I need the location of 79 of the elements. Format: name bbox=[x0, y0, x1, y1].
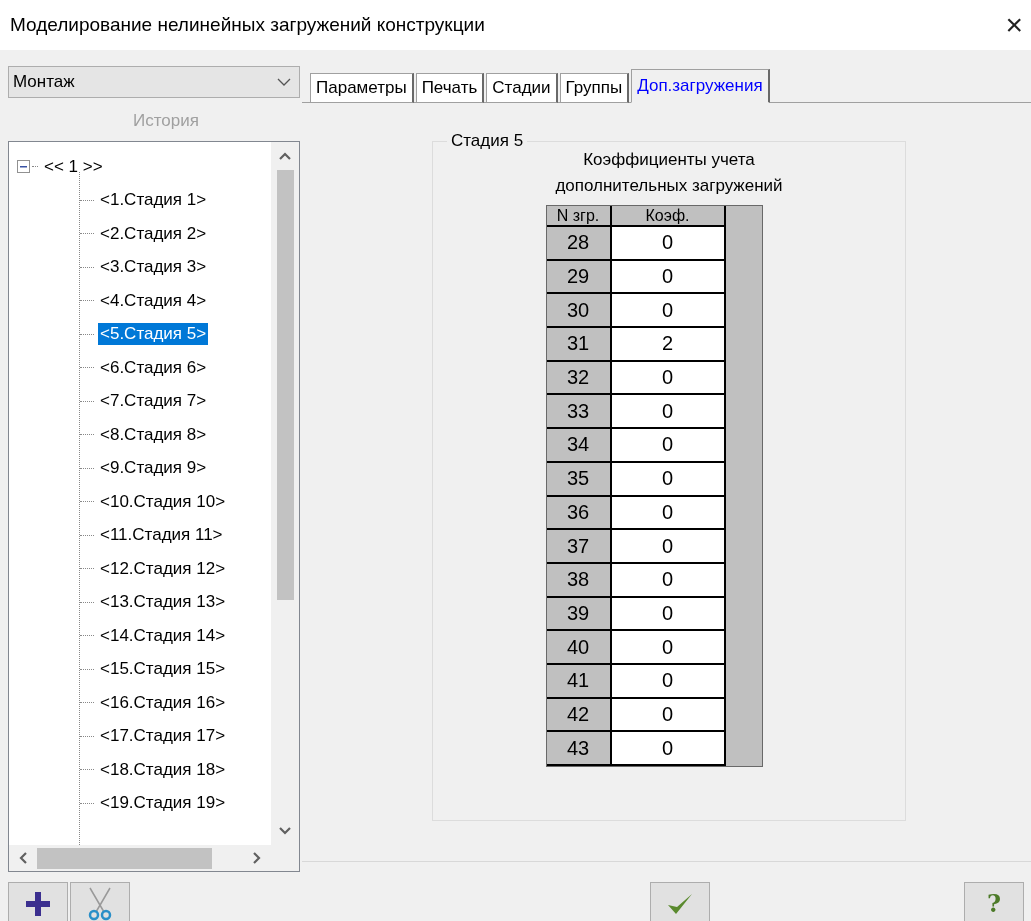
table-cell: 36 bbox=[546, 496, 612, 531]
tree-node[interactable]: <4.Стадия 4> bbox=[98, 289, 209, 312]
table-cell[interactable]: 0 bbox=[611, 530, 726, 564]
table-cell[interactable]: 0 bbox=[611, 732, 726, 766]
tree-node[interactable]: <5.Стадия 5> bbox=[98, 323, 209, 346]
table-cell: 38 bbox=[546, 563, 612, 598]
scroll-right-icon[interactable] bbox=[253, 852, 261, 864]
table-cell: 29 bbox=[546, 260, 612, 295]
table-cell: 28 bbox=[546, 227, 612, 261]
tree-node[interactable]: <12.Стадия 12> bbox=[98, 557, 228, 580]
window-title: Моделирование нелинейных загружений конструкции bbox=[10, 14, 485, 36]
table-cell: 31 bbox=[546, 328, 612, 362]
table-cell: 37 bbox=[546, 530, 612, 564]
table-cell[interactable]: 0 bbox=[611, 664, 726, 699]
scroll-down-icon[interactable] bbox=[279, 827, 291, 835]
plus-icon bbox=[25, 891, 51, 917]
tree-node[interactable]: <6.Стадия 6> bbox=[98, 356, 209, 379]
group-title: Стадия 5 bbox=[450, 131, 525, 151]
checkmark-icon bbox=[666, 892, 694, 916]
scroll-up-icon[interactable] bbox=[279, 152, 291, 160]
help-button[interactable]: ? bbox=[964, 882, 1024, 921]
table-cell[interactable]: 0 bbox=[611, 496, 726, 531]
add-button[interactable] bbox=[8, 882, 68, 921]
table-cell[interactable]: 0 bbox=[611, 294, 726, 329]
tree-node[interactable]: <1.Стадия 1> bbox=[98, 189, 209, 212]
table-cell[interactable]: 2 bbox=[611, 328, 726, 362]
table-cell: 33 bbox=[546, 395, 612, 430]
tree-node[interactable]: <11.Стадия 11> bbox=[98, 524, 225, 547]
column-header: N згр. bbox=[546, 206, 612, 227]
tree-node[interactable]: <13.Стадия 13> bbox=[98, 591, 228, 614]
ok-button[interactable] bbox=[650, 882, 710, 921]
table-cell: 32 bbox=[546, 361, 612, 396]
table-cell[interactable]: 0 bbox=[611, 698, 726, 733]
collapse-icon[interactable] bbox=[17, 160, 30, 174]
tree-node[interactable]: <3.Стадия 3> bbox=[98, 256, 209, 279]
tree-node[interactable]: <9.Стадия 9> bbox=[98, 457, 209, 480]
mode-dropdown[interactable]: Монтаж bbox=[8, 66, 300, 98]
table-cell[interactable]: 0 bbox=[611, 260, 726, 295]
tree-node[interactable]: <17.Стадия 17> bbox=[98, 725, 228, 748]
chevron-down-icon bbox=[277, 78, 291, 86]
scroll-left-icon[interactable] bbox=[19, 852, 27, 864]
tab[interactable]: Доп.загружения bbox=[631, 69, 770, 103]
history-label: История bbox=[132, 110, 200, 132]
table-cell[interactable]: 0 bbox=[611, 563, 726, 598]
tab[interactable]: Группы bbox=[559, 73, 630, 103]
table-cell[interactable]: 0 bbox=[611, 597, 726, 632]
horizontal-scrollbar[interactable] bbox=[9, 845, 299, 871]
tree-node[interactable]: <14.Стадия 14> bbox=[98, 624, 228, 647]
tab[interactable]: Печать bbox=[415, 73, 485, 103]
tree-node[interactable]: <8.Стадия 8> bbox=[98, 423, 209, 446]
tab[interactable]: Стадии bbox=[486, 73, 558, 103]
tree-node[interactable]: <2.Стадия 2> bbox=[98, 222, 209, 245]
tree-node[interactable]: << 1 >> bbox=[42, 155, 105, 178]
tree-node[interactable]: <10.Стадия 10> bbox=[98, 490, 228, 513]
tree-node[interactable]: <15.Стадия 15> bbox=[98, 658, 228, 681]
vertical-scrollbar[interactable] bbox=[271, 142, 299, 845]
tree-node[interactable]: <16.Стадия 16> bbox=[98, 691, 228, 714]
tree-node[interactable]: <19.Стадия 19> bbox=[98, 792, 228, 815]
tab[interactable]: Параметры bbox=[310, 73, 414, 103]
table-cell: 39 bbox=[546, 597, 612, 632]
table-cell: 42 bbox=[546, 698, 612, 733]
tree-node[interactable]: <18.Стадия 18> bbox=[98, 758, 228, 781]
table-cell: 35 bbox=[546, 462, 612, 497]
table-cell: 41 bbox=[546, 664, 612, 699]
tree-node[interactable]: <7.Стадия 7> bbox=[98, 390, 209, 413]
table-cell: 40 bbox=[546, 631, 612, 665]
table-cell[interactable]: 0 bbox=[611, 227, 726, 261]
table-cell[interactable]: 0 bbox=[611, 361, 726, 396]
column-header: Коэф. bbox=[611, 206, 726, 227]
table-cell[interactable]: 0 bbox=[611, 429, 726, 463]
table-cell: 30 bbox=[546, 294, 612, 329]
table-cell: 43 bbox=[546, 732, 612, 766]
table-cell[interactable]: 0 bbox=[611, 395, 726, 430]
table-caption: Коэффициенты учета дополнительных загружений bbox=[555, 149, 783, 197]
table-cell: 34 bbox=[546, 429, 612, 463]
table-cell[interactable]: 0 bbox=[611, 631, 726, 665]
close-button[interactable]: × bbox=[1005, 10, 1023, 40]
table-cell[interactable]: 0 bbox=[611, 462, 726, 497]
scissors-icon bbox=[87, 887, 113, 921]
